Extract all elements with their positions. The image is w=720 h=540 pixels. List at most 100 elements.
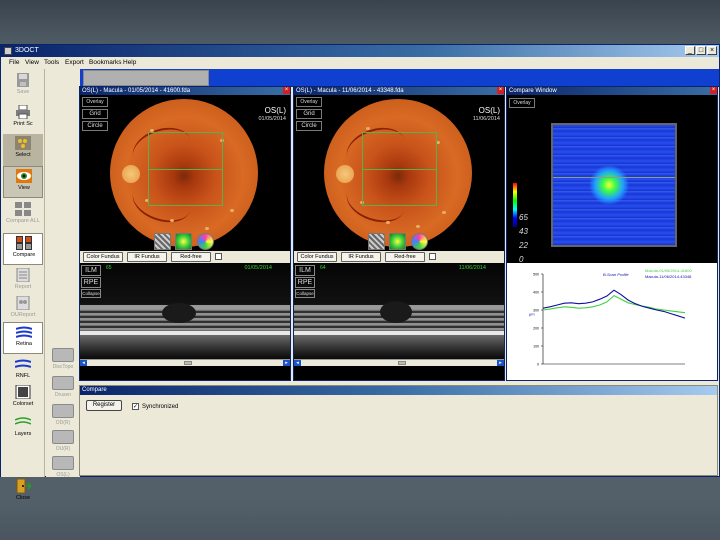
rpe-label-2[interactable]: RPE	[295, 277, 315, 288]
compare-overlay-button[interactable]: Overlay	[509, 98, 535, 108]
top-strip-field	[83, 70, 209, 86]
layers-button[interactable]: Layers	[3, 413, 43, 445]
rpe-label-1[interactable]: RPE	[81, 277, 101, 288]
thickness-heatmap	[553, 125, 675, 245]
close-window-button[interactable]: ×	[707, 46, 717, 55]
circle-button-1[interactable]: Circle	[82, 121, 108, 131]
grid-button-1[interactable]: Grid	[82, 109, 108, 119]
drusen-icon	[52, 376, 74, 390]
od-r-icon	[52, 404, 74, 418]
close-button[interactable]: Close	[3, 477, 43, 509]
scroll-right-icon[interactable]: ▸	[497, 360, 504, 366]
sector-map-thumbnail-1[interactable]	[197, 233, 214, 250]
save-button[interactable]: Save	[3, 71, 43, 103]
retina-button[interactable]: Retina	[3, 322, 43, 354]
fundus-mode-bar-2: Color Fundus IR Fundus Red-free	[294, 251, 504, 263]
series-line-2	[542, 289, 686, 319]
compare-window-close-button[interactable]: ×	[710, 87, 717, 94]
oct-date-1: 01/05/2014	[244, 265, 272, 271]
collapse-label-1[interactable]: Collapse	[81, 289, 101, 298]
view-label: View	[18, 185, 30, 191]
collapse-label-2[interactable]: Collapse	[295, 289, 315, 298]
ir-fundus-button-1[interactable]: IR Fundus	[127, 252, 167, 262]
overlay-button-1[interactable]: Overlay	[82, 97, 108, 107]
red-free-button-1[interactable]: Red-free	[171, 252, 211, 262]
menu-file[interactable]: File	[9, 59, 19, 66]
scale-label-0: 0	[519, 255, 524, 264]
disc-topo-icon	[52, 348, 74, 362]
menu-bookmarks[interactable]: Bookmarks	[89, 59, 122, 66]
disc-topo-button[interactable]: DiscTopo	[48, 347, 78, 375]
color-fundus-button-2[interactable]: Color Fundus	[297, 252, 337, 262]
bscan-thumbnail-2[interactable]	[368, 233, 385, 250]
scale-label-22: 22	[519, 241, 528, 250]
layers-icon	[15, 417, 31, 425]
od-r-button[interactable]: OD(R)	[48, 403, 78, 431]
oct-bscan-1[interactable]: ILM RPE Collapse 65 01/05/2014 ◂ ▸	[80, 263, 290, 366]
scale-label-65: 65	[519, 213, 528, 222]
view-button[interactable]: View	[3, 166, 43, 198]
y-axis-label: μm	[529, 311, 535, 316]
thickness-difference-map[interactable]: Overlay 65 43 22 0	[507, 95, 717, 264]
menu-export[interactable]: Export	[65, 59, 84, 66]
color-scale-bar	[513, 183, 517, 227]
overlay-button-2[interactable]: Overlay	[296, 97, 322, 107]
sector-map-thumbnail-2[interactable]	[411, 233, 428, 250]
print-screen-button[interactable]: Print Sc	[3, 103, 43, 135]
ou-r-button[interactable]: OU(R)	[48, 429, 78, 457]
eye-date-1: 01/05/2014	[258, 116, 286, 122]
select-icon	[15, 136, 31, 150]
thickness-thumbnail-2[interactable]	[389, 233, 406, 250]
synchronized-checkbox[interactable]: ✓	[132, 403, 139, 410]
scan-panel-1: OS(L) - Macula - 01/05/2014 - 41600.fda …	[79, 86, 291, 381]
bscan-scrollbar-2[interactable]: ◂ ▸	[294, 359, 504, 366]
floppy-disk-icon	[17, 73, 29, 87]
colorset-button[interactable]: Colorset	[3, 383, 43, 415]
fundus-checkbox-2[interactable]	[429, 253, 436, 260]
drusen-button[interactable]: Drusen	[48, 375, 78, 403]
bscan-scrollbar-1[interactable]: ◂ ▸	[80, 359, 290, 366]
menu-help[interactable]: Help	[123, 59, 136, 66]
fundus-image-1[interactable]: Overlay Grid Circle OS(L) 01/05/2014	[80, 95, 290, 251]
main-toolbar: Save Print Sc Select View Compare ALL Co…	[1, 69, 45, 501]
scroll-right-icon[interactable]: ▸	[283, 360, 290, 366]
legend-entry: Macula-01/05/2014-41600	[645, 268, 692, 273]
maximize-button[interactable]: □	[696, 46, 706, 55]
minimize-button[interactable]: _	[685, 46, 695, 55]
legend-entry: Macula-11/06/2014-43348	[645, 274, 692, 279]
panel-2-close-button[interactable]: ×	[497, 87, 504, 94]
rnfl-label: RNFL	[15, 373, 31, 379]
ou-r-icon	[52, 430, 74, 444]
print-screen-label: Print Sc	[13, 121, 33, 127]
compare-button[interactable]: Compare	[3, 233, 43, 265]
ir-fundus-button-2[interactable]: IR Fundus	[341, 252, 381, 262]
color-fundus-button-1[interactable]: Color Fundus	[83, 252, 123, 262]
panel-1-close-button[interactable]: ×	[283, 87, 290, 94]
menu-tools[interactable]: Tools	[44, 59, 59, 66]
panel-1-header: OS(L) - Macula - 01/05/2014 - 41600.fda	[80, 87, 290, 95]
scroll-thumb-2[interactable]	[398, 361, 406, 365]
y-tick-label: 100	[533, 345, 539, 349]
red-free-button-2[interactable]: Red-free	[385, 252, 425, 262]
colorset-label: Colorset	[12, 401, 34, 407]
scroll-left-icon[interactable]: ◂	[80, 360, 87, 366]
os-l-button[interactable]: OS(L)	[48, 455, 78, 483]
fundus-checkbox-1[interactable]	[215, 253, 222, 260]
grid-button-2[interactable]: Grid	[296, 109, 322, 119]
fundus-image-2[interactable]: Overlay Grid Circle OS(L) 11/06/2014	[294, 95, 504, 251]
ilm-label-2[interactable]: ILM	[295, 265, 315, 276]
window-title: 3DOCT	[15, 47, 39, 54]
scroll-left-icon[interactable]: ◂	[294, 360, 301, 366]
scroll-thumb-1[interactable]	[184, 361, 192, 365]
ilm-label-1[interactable]: ILM	[81, 265, 101, 276]
circle-button-2[interactable]: Circle	[296, 121, 322, 131]
bscan-thumbnail-1[interactable]	[154, 233, 171, 250]
register-button[interactable]: Register	[86, 400, 122, 411]
compare-all-button[interactable]: Compare ALL	[3, 200, 43, 232]
menu-view[interactable]: View	[25, 59, 39, 66]
colorset-icon	[15, 385, 31, 399]
select-button[interactable]: Select	[3, 134, 43, 166]
app-icon	[4, 47, 12, 55]
oct-bscan-2[interactable]: ILM RPE Collapse 64 11/06/2014 ◂ ▸	[294, 263, 504, 366]
thickness-thumbnail-1[interactable]	[175, 233, 192, 250]
